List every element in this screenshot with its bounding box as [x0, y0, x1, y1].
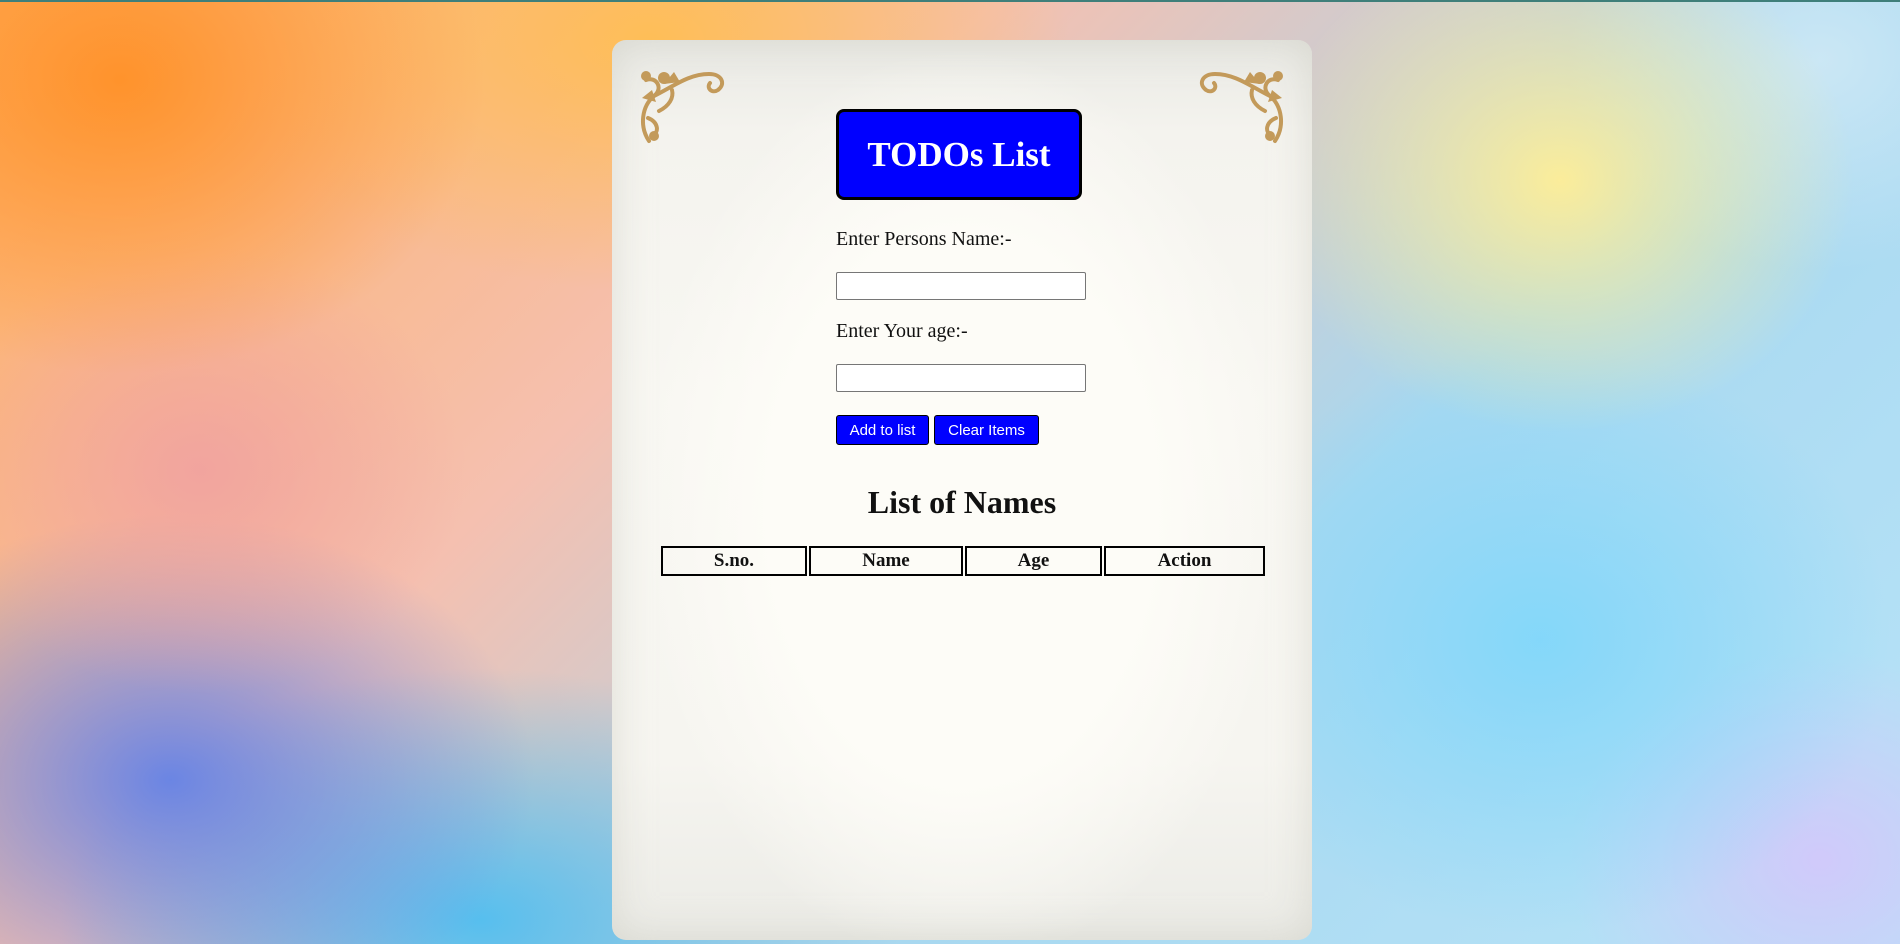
names-table: S.no. Name Age Action [659, 544, 1267, 578]
table-header-row: S.no. Name Age Action [661, 546, 1265, 576]
list-heading: List of Names [867, 484, 1057, 520]
column-header-name: Name [809, 546, 963, 576]
column-header-sno: S.no. [661, 546, 807, 576]
page-title: TODOs List [867, 134, 1051, 174]
window-top-border [0, 0, 1900, 2]
paper-card: TODOs List Enter Persons Name:- Enter Yo… [612, 40, 1312, 940]
age-label: Enter Your age:- [836, 320, 968, 342]
person-name-input[interactable] [836, 272, 1086, 300]
person-name-label: Enter Persons Name:- [836, 228, 1012, 250]
clear-items-button[interactable]: Clear Items [934, 415, 1039, 445]
floral-corner-ornament-icon [641, 71, 725, 143]
add-to-list-button[interactable]: Add to list [836, 415, 929, 445]
title-banner: TODOs List [836, 109, 1082, 200]
column-header-action: Action [1104, 546, 1265, 576]
column-header-age: Age [965, 546, 1102, 576]
age-input[interactable] [836, 364, 1086, 392]
floral-corner-ornament-icon [1199, 71, 1283, 143]
